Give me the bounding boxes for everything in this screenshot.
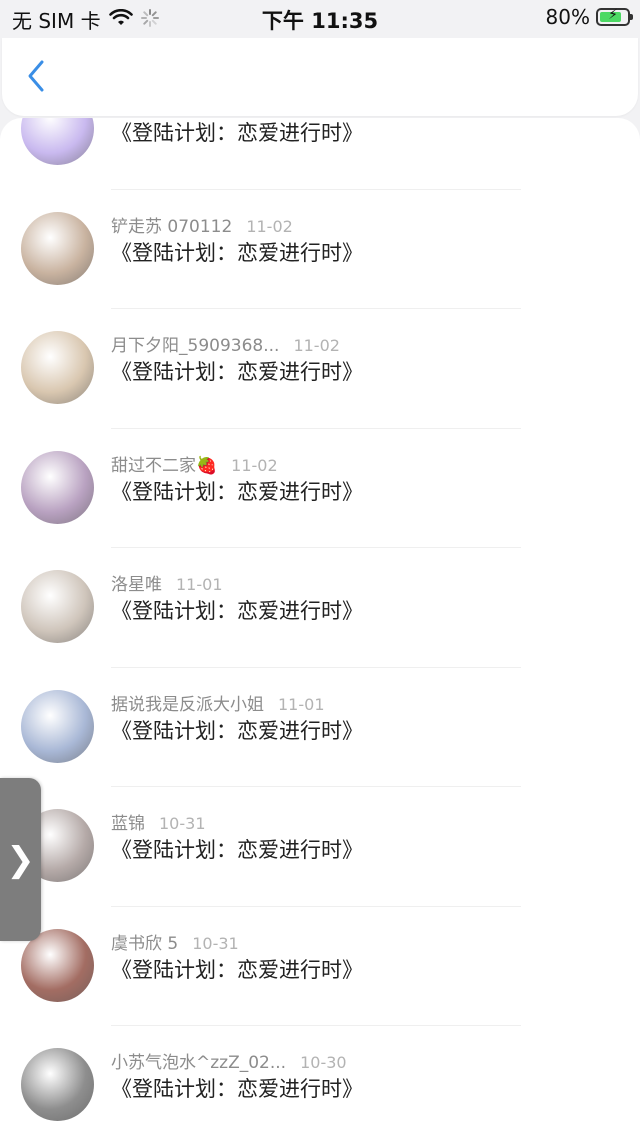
username[interactable]: 洛星唯: [111, 575, 162, 595]
username[interactable]: 据说我是反派大小姐: [111, 695, 264, 715]
comment-meta: 虞书欣 5 10-31: [111, 929, 239, 954]
comment-date: 10-31: [192, 933, 239, 953]
book-title[interactable]: 《登陆计划：恋爱进行时》: [111, 356, 363, 386]
battery-icon: ⚡: [596, 7, 633, 26]
list-item[interactable]: 甜过不二家🍓 11-02 《登陆计划：恋爱进行时》: [0, 429, 640, 548]
avatar[interactable]: [21, 211, 94, 285]
status-time: 下午 11:35: [261, 9, 379, 33]
book-title[interactable]: 《登陆计划：恋爱进行时》: [111, 237, 363, 267]
comment-date: 10-30: [300, 1053, 347, 1072]
nav-header: [2, 38, 638, 116]
comment-meta: 铲走苏 070112 11-02: [111, 212, 293, 237]
comment-meta: 月下夕阳_5909368... 11-02: [111, 331, 340, 356]
list-item[interactable]: 蓝锦 10-31 《登陆计划：恋爱进行时》: [0, 787, 640, 907]
comment-meta: 小苏气泡水^zzZ_02... 10-30: [111, 1048, 347, 1073]
back-button[interactable]: [18, 58, 54, 98]
chevron-left-icon: [26, 59, 46, 97]
comment-meta: 据说我是反派大小姐 11-01: [111, 690, 325, 715]
charging-bolt-icon: ⚡: [608, 7, 618, 23]
comment-date: 11-02: [231, 455, 278, 475]
status-right: 80% ⚡: [545, 5, 633, 29]
comment-date: 11-01: [278, 694, 325, 714]
chevron-right-icon: ❯: [6, 839, 35, 880]
comment-date: 11-02: [246, 216, 293, 236]
comment-meta: 洛星唯 11-01: [111, 570, 223, 595]
battery-percent: 80%: [545, 5, 590, 29]
book-title[interactable]: 《登陆计划：恋爱进行时》: [111, 476, 363, 506]
book-title[interactable]: 《登陆计划：恋爱进行时》: [111, 595, 363, 625]
comment-meta: 蓝锦 10-31: [111, 809, 206, 834]
side-drawer-handle[interactable]: ❯: [0, 778, 41, 941]
list-item[interactable]: 洛星唯 11-01 《登陆计划：恋爱进行时》: [0, 548, 640, 668]
comment-list-card: 《登陆计划：恋爱进行时》 铲走苏 070112 11-02 《登陆计划：恋爱进行时》月…: [0, 118, 640, 1138]
list-item[interactable]: 月下夕阳_5909368... 11-02 《登陆计划：恋爱进行时》: [0, 309, 640, 429]
book-title[interactable]: 《登陆计划：恋爱进行时》: [111, 1073, 363, 1103]
list-item[interactable]: 据说我是反派大小姐 11-01 《登陆计划：恋爱进行时》: [0, 668, 640, 787]
avatar[interactable]: [21, 450, 94, 524]
username[interactable]: 小苏气泡水^zzZ_02...: [111, 1053, 286, 1073]
list-item[interactable]: 虞书欣 5 10-31 《登陆计划：恋爱进行时》: [0, 907, 640, 1026]
list-item[interactable]: 铲走苏 070112 11-02 《登陆计划：恋爱进行时》: [0, 190, 640, 309]
avatar[interactable]: [21, 570, 94, 643]
book-title[interactable]: 《登陆计划：恋爱进行时》: [111, 715, 363, 745]
comment-date: 10-31: [159, 814, 206, 833]
avatar[interactable]: [21, 1048, 94, 1121]
username[interactable]: 铲走苏 070112: [111, 217, 232, 237]
status-bar: 无 SIM 卡 下午 11:35 80% ⚡: [0, 0, 640, 36]
book-title[interactable]: 《登陆计划：恋爱进行时》: [111, 834, 363, 864]
username[interactable]: 蓝锦: [111, 814, 145, 834]
username[interactable]: 月下夕阳_5909368...: [111, 336, 279, 356]
avatar[interactable]: [21, 118, 94, 165]
screen: 无 SIM 卡 下午 11:35 80% ⚡ 《登陆计划：恋爱进行时》 铲走苏 …: [0, 0, 640, 1138]
comment-date: 11-02: [293, 336, 340, 355]
avatar[interactable]: [21, 689, 94, 763]
comment-list: 《登陆计划：恋爱进行时》 铲走苏 070112 11-02 《登陆计划：恋爱进行时》月…: [0, 118, 640, 1138]
comment-meta: 甜过不二家🍓 11-02: [111, 451, 278, 476]
book-title[interactable]: 《登陆计划：恋爱进行时》: [111, 118, 363, 147]
book-title[interactable]: 《登陆计划：恋爱进行时》: [111, 954, 363, 984]
comment-date: 11-01: [176, 575, 223, 594]
battery-nub: [630, 14, 633, 20]
list-item[interactable]: 小苏气泡水^zzZ_02... 10-30 《登陆计划：恋爱进行时》: [0, 1026, 640, 1138]
avatar[interactable]: [21, 331, 94, 404]
list-item[interactable]: 《登陆计划：恋爱进行时》: [0, 118, 640, 190]
username[interactable]: 甜过不二家🍓: [111, 456, 217, 476]
username[interactable]: 虞书欣 5: [111, 934, 178, 954]
